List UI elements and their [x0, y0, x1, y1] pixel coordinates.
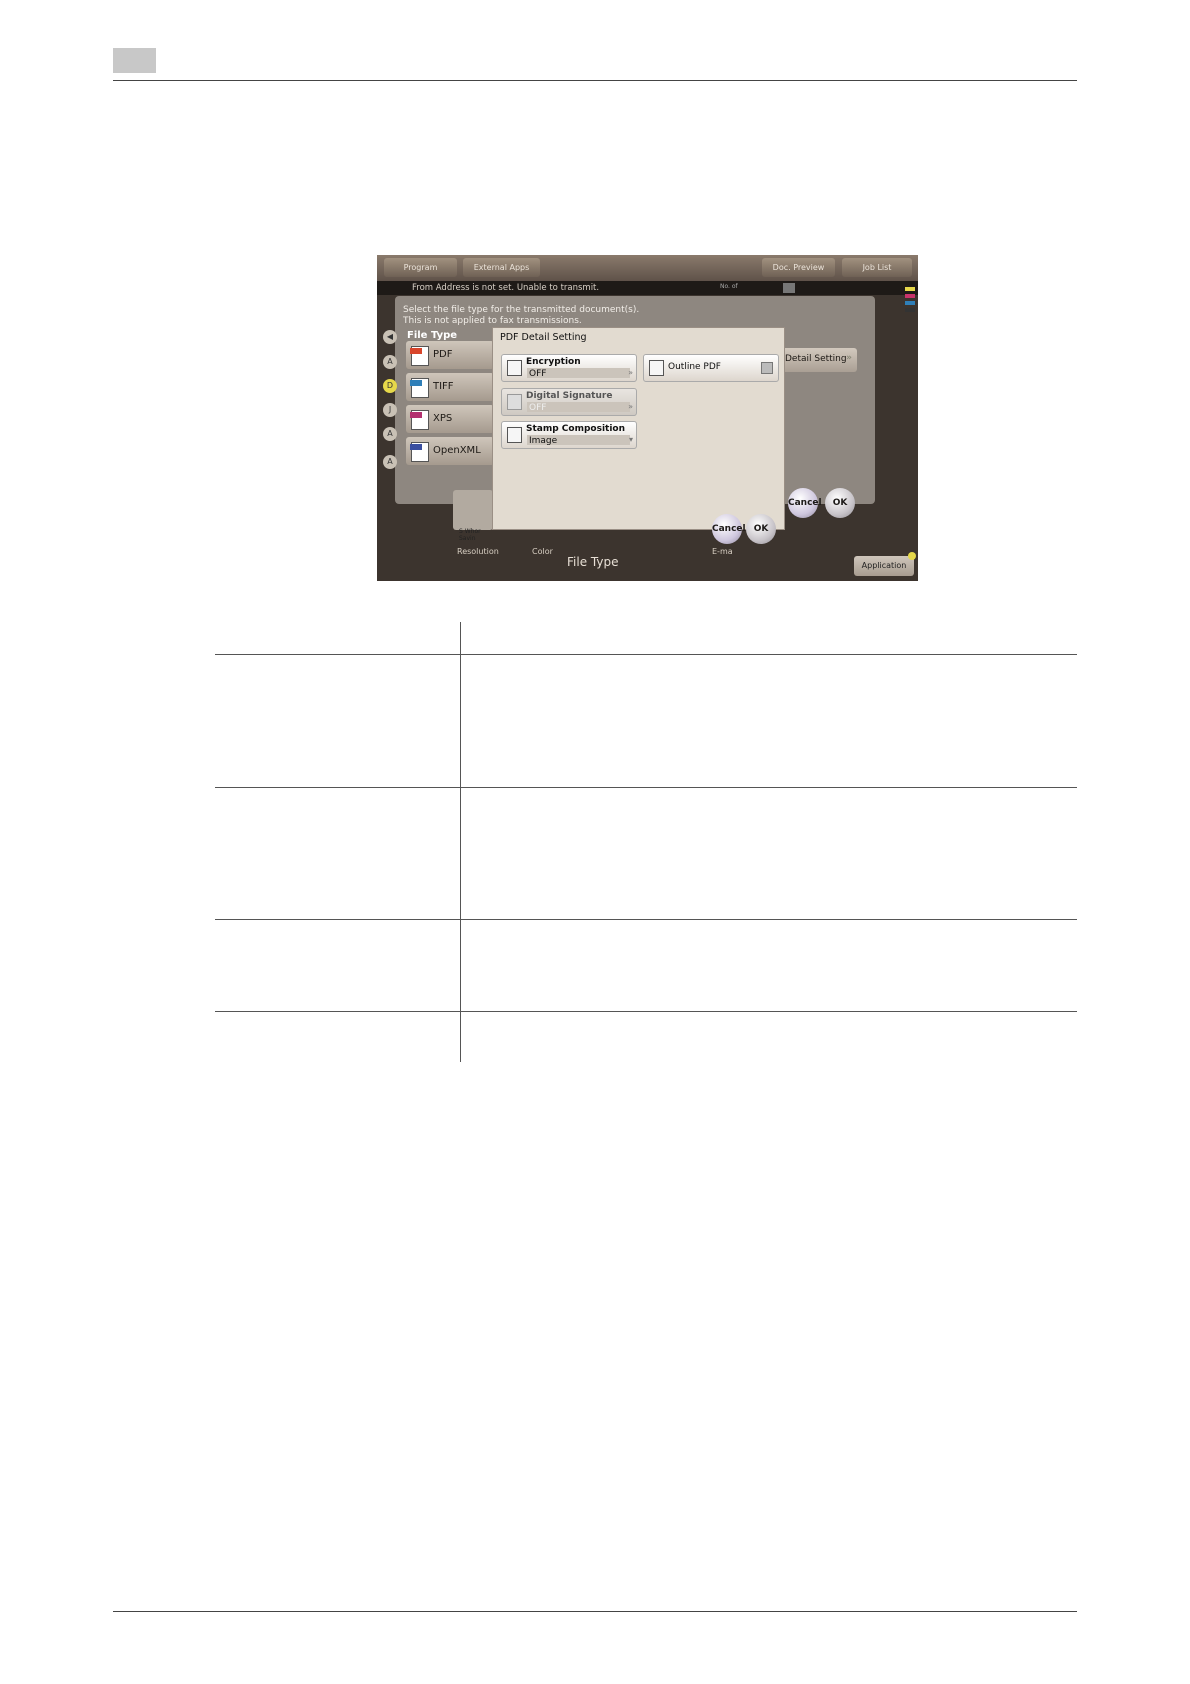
outline-pdf-checkbox[interactable]: [761, 362, 773, 374]
file-type-pdf-label: PDF: [433, 349, 453, 360]
double-arrow-icon: »: [628, 402, 633, 411]
header-block: [113, 48, 156, 73]
double-arrow-icon: »: [628, 368, 633, 377]
double-arrow-icon: »: [846, 353, 852, 363]
detail-setting-button[interactable]: Detail Setting »: [777, 348, 857, 372]
tab-color[interactable]: Color: [532, 547, 553, 556]
outer-ok-button[interactable]: OK: [825, 488, 855, 518]
stamp-composition-value: Image: [529, 436, 558, 446]
encryption-value: OFF: [529, 369, 547, 379]
tab-email[interactable]: E-ma: [712, 547, 733, 556]
side-tab-a2-icon[interactable]: A: [383, 427, 397, 441]
digital-signature-icon: [507, 394, 522, 410]
side-tab-j-icon[interactable]: J: [383, 403, 397, 417]
application-button[interactable]: Application: [854, 556, 914, 576]
dialog-cancel-button[interactable]: Cancel: [712, 514, 746, 544]
header-rule: [113, 80, 1077, 81]
scan-settings-icon-caption: S Whor Savin: [459, 528, 481, 542]
file-type-tiff-label: TIFF: [433, 381, 454, 392]
scan-settings-icon[interactable]: [453, 490, 493, 530]
message-bar: From Address is not set. Unable to trans…: [377, 281, 918, 295]
side-tab-d-icon[interactable]: D: [383, 379, 397, 393]
footer-rule: [113, 1611, 1077, 1612]
tiff-icon: [410, 378, 429, 398]
encryption-label: Encryption: [526, 357, 581, 367]
side-tab-a3-icon[interactable]: A: [383, 455, 397, 469]
table-row-rule: [215, 787, 1077, 788]
encryption-icon: [507, 360, 522, 376]
digital-signature-label: Digital Signature: [526, 391, 613, 401]
job-list-button[interactable]: Job List: [842, 258, 912, 277]
program-button[interactable]: Program: [384, 258, 457, 277]
bottom-tab-bar: Resolution Color E-ma: [377, 547, 918, 581]
chevron-down-icon: ▾: [628, 435, 633, 444]
stamp-composition-label: Stamp Composition: [526, 424, 626, 434]
file-type-pdf-button[interactable]: PDF: [406, 341, 494, 369]
status-dot-icon: [908, 552, 916, 560]
back-arrow-icon[interactable]: ◀: [383, 330, 397, 344]
table-row-rule: [215, 919, 1077, 920]
tab-file-type[interactable]: File Type: [567, 555, 618, 569]
table-header-rule: [215, 654, 1077, 655]
encryption-button[interactable]: Encryption OFF »: [501, 354, 637, 382]
stamp-composition-button[interactable]: Stamp Composition Image ▾: [501, 421, 637, 449]
instruction-text: Select the file type for the transmitted…: [403, 305, 639, 327]
file-type-tiff-button[interactable]: TIFF: [406, 373, 494, 401]
dialog-ok-button[interactable]: OK: [746, 514, 776, 544]
warning-message: From Address is not set. Unable to trans…: [412, 283, 600, 293]
file-type-xps-button[interactable]: XPS: [406, 405, 494, 433]
openxml-icon: [410, 442, 429, 462]
table-row-rule: [215, 1011, 1077, 1012]
outline-pdf-button[interactable]: Outline PDF: [643, 354, 779, 382]
toner-indicator-icon: [905, 287, 915, 315]
detail-setting-label: Detail Setting: [785, 354, 847, 364]
device-screenshot: Program External Apps Doc. Preview Job L…: [377, 255, 918, 581]
file-type-label: File Type: [407, 330, 458, 341]
tab-resolution[interactable]: Resolution: [457, 547, 499, 556]
pdf-icon: [410, 346, 429, 366]
outline-pdf-icon: [649, 360, 664, 376]
file-type-xps-label: XPS: [433, 413, 453, 424]
file-type-openxml-button[interactable]: OpenXML: [406, 437, 494, 465]
instruction-line-2: This is not applied to fax transmissions…: [403, 316, 582, 326]
dialog-title: PDF Detail Setting: [500, 332, 587, 343]
top-bar: Program External Apps Doc. Preview Job L…: [377, 255, 918, 281]
outer-cancel-button[interactable]: Cancel: [788, 488, 822, 518]
side-tab-a-icon[interactable]: A: [383, 355, 397, 369]
pdf-detail-setting-dialog: PDF Detail Setting Encryption OFF » Digi…: [492, 327, 785, 544]
file-type-openxml-label: OpenXML: [433, 445, 481, 456]
no-of-label: No. of: [720, 283, 738, 290]
memory-icon: [783, 283, 795, 293]
doc-preview-button[interactable]: Doc. Preview: [762, 258, 835, 277]
xps-icon: [410, 410, 429, 430]
digital-signature-value: OFF: [529, 403, 547, 413]
instruction-line-1: Select the file type for the transmitted…: [403, 305, 640, 315]
stamp-composition-icon: [507, 427, 522, 443]
outline-pdf-label: Outline PDF: [668, 362, 721, 372]
digital-signature-button[interactable]: Digital Signature OFF »: [501, 388, 637, 416]
table-column-divider: [460, 622, 461, 1062]
external-apps-button[interactable]: External Apps: [463, 258, 540, 277]
